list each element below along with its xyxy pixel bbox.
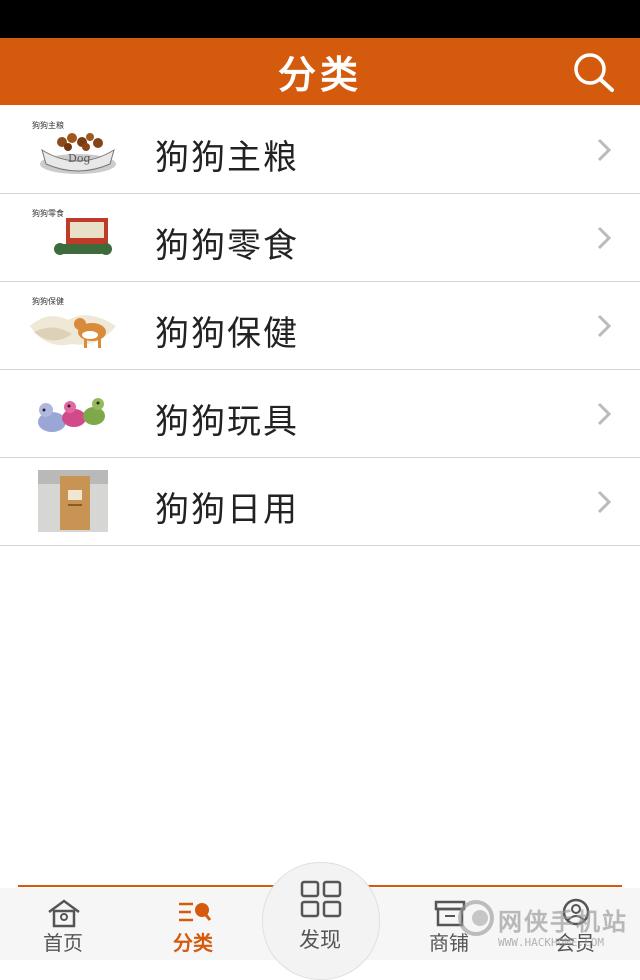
dog-daily-bag-image xyxy=(28,468,120,534)
tab-shop[interactable]: 商铺 xyxy=(404,888,494,960)
svg-text:Dog: Dog xyxy=(68,152,90,165)
svg-text:狗狗保健: 狗狗保健 xyxy=(32,296,64,306)
dog-health-image: 狗狗保健 xyxy=(28,292,120,358)
category-label: 狗狗主粮 xyxy=(155,138,299,178)
search-icon xyxy=(574,53,614,92)
chevron-right-icon xyxy=(597,314,612,338)
tab-label: 发现 xyxy=(299,928,341,952)
page-title: 分类 xyxy=(277,53,362,97)
tab-label: 会员 xyxy=(555,931,595,955)
tab-label: 商铺 xyxy=(429,931,469,955)
category-item-daily[interactable]: 狗狗日用 xyxy=(0,458,640,546)
header-bar: 分类 xyxy=(0,38,640,105)
chevron-right-icon xyxy=(597,402,612,426)
search-button[interactable] xyxy=(570,50,618,94)
tab-member[interactable]: 会员 xyxy=(530,888,620,960)
svg-text:狗狗零食: 狗狗零食 xyxy=(32,208,64,218)
chevron-right-icon xyxy=(597,226,612,250)
shop-icon xyxy=(434,900,466,927)
tab-label: 首页 xyxy=(43,931,83,955)
category-label: 狗狗日用 xyxy=(155,490,299,530)
category-label: 狗狗玩具 xyxy=(155,402,299,442)
dog-food-bowl-image: 狗狗主粮 Dog xyxy=(28,116,120,182)
tab-category[interactable]: 分类 xyxy=(148,888,238,960)
category-icon xyxy=(179,902,212,922)
chevron-right-icon xyxy=(597,490,612,514)
svg-text:狗狗主粮: 狗狗主粮 xyxy=(32,120,64,130)
category-label: 狗狗零食 xyxy=(155,226,299,266)
category-item-health[interactable]: 狗狗保健 狗狗保健 xyxy=(0,282,640,370)
dog-snack-image: 狗狗零食 xyxy=(28,204,120,270)
category-list: 狗狗主粮 Dog 狗狗主粮 狗狗零食 狗狗零食 狗狗保健 狗狗保健 狗狗玩具 狗… xyxy=(0,106,640,546)
category-item-snacks[interactable]: 狗狗零食 狗狗零食 xyxy=(0,194,640,282)
grid-icon xyxy=(300,880,342,918)
tab-discover[interactable]: 发现 xyxy=(262,870,378,960)
dog-toy-image xyxy=(28,380,120,446)
user-icon xyxy=(562,898,590,926)
tab-home[interactable]: 首页 xyxy=(18,888,108,960)
category-label: 狗狗保健 xyxy=(155,314,299,354)
category-item-toys[interactable]: 狗狗玩具 xyxy=(0,370,640,458)
tab-label: 分类 xyxy=(173,931,213,955)
category-item-main-food[interactable]: 狗狗主粮 Dog 狗狗主粮 xyxy=(0,106,640,194)
home-icon xyxy=(48,899,80,928)
status-bar xyxy=(0,0,640,38)
chevron-right-icon xyxy=(597,138,612,162)
